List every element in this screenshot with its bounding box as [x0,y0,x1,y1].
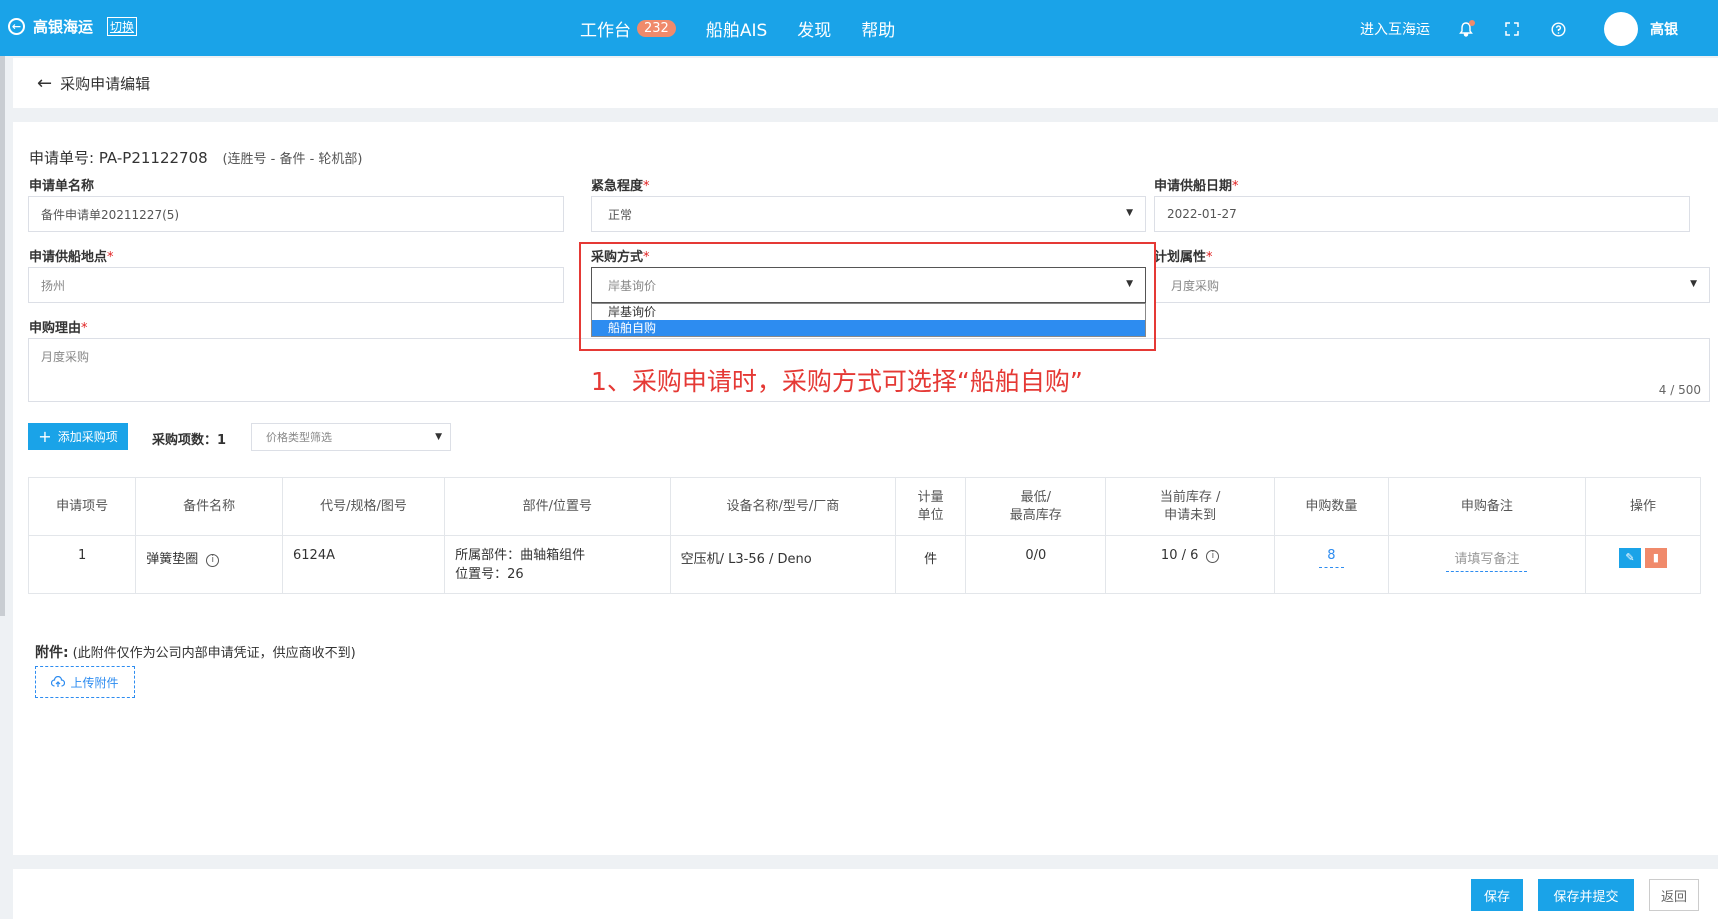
price-type-filter[interactable]: 价格类型筛选 ▼ [251,423,451,451]
main-nav: 工作台 232 船舶AIS 发现 帮助 [580,16,895,41]
user-name[interactable]: 高银 [1650,19,1678,39]
nav-label: 帮助 [861,21,896,41]
info-icon[interactable]: i [206,553,220,567]
col-header: 当前库存 / 申请未到 [1105,477,1275,536]
cell-code: 6124A [282,535,446,594]
cell-part-name: 弹簧垫圈 i [135,535,284,594]
table-header-row: 申请项号 备件名称 代号/规格/图号 部件/位置号 设备名称/型号/厂商 计量 … [27,477,1702,536]
bell-icon[interactable] [1456,19,1476,39]
unread-dot [1469,20,1475,26]
cell-unit: 件 [895,535,967,594]
cell-qty: 8 [1273,535,1389,594]
plus-icon: + [38,427,52,446]
cloud-upload-icon [51,676,66,687]
attachment-label: 附件: (此附件仅作为公司内部申请凭证，供应商收不到) [35,645,356,661]
delete-icon[interactable]: ▮ [1644,548,1667,568]
page-title: 采购申请编辑 [60,74,151,93]
nav-item-help[interactable]: 帮助 [861,16,895,41]
urgency-label: 紧急程度* [591,179,650,194]
nav-label: 发现 [797,21,832,41]
remark-input[interactable]: 请填写备注 [1446,552,1528,572]
nav-item-ais[interactable]: 船舶AIS [706,16,767,41]
upload-button[interactable]: 上传附件 [35,666,135,698]
urgency-select[interactable]: 正常 ▼ [591,196,1146,232]
upload-label: 上传附件 [70,675,119,690]
table-row: 1 弹簧垫圈 i 6124A 所属部件：曲轴箱组件 位置号：26 空压机/ L3-… [27,535,1702,594]
char-counter: 4 / 500 [1658,383,1701,397]
highlight-box [579,242,1156,351]
col-header: 申请项号 [27,477,137,536]
main-panel: 申请单号: PA-P21122708 (连胜号 - 备件 - 轮机部) 申请单名… [13,122,1718,855]
cell-no: 1 [27,535,137,594]
request-number: 申请单号: PA-P21122708 (连胜号 - 备件 - 轮机部) [29,147,363,168]
brand[interactable]: ← 高银海运 切换 [8,16,138,37]
component-text: 所属部件：曲轴箱组件 [455,548,586,563]
top-bar: ← 高银海运 切换 工作台 232 船舶AIS 发现 帮助 进入互海运 高银 [0,0,1718,56]
brand-name: 高银海运 [33,18,94,36]
caret-down-icon: ▼ [435,432,442,442]
col-header: 申购备注 [1387,477,1586,536]
col-header: 代号/规格/图号 [282,477,446,536]
col-header: 计量 单位 [895,477,967,536]
name-label: 申请单名称 [29,179,95,194]
col-header: 最低/ 最高库存 [965,477,1107,536]
position-text: 位置号：26 [455,567,524,582]
plan-attr-select[interactable]: 月度采购 ▼ [1154,267,1710,303]
back-button[interactable]: 返回 [1649,879,1699,911]
notification-badge: 232 [637,20,676,37]
items-table: 申请项号 备件名称 代号/规格/图号 部件/位置号 设备名称/型号/厂商 计量 … [27,477,1702,594]
cell-actions: ✎ ▮ [1584,535,1702,594]
supply-date-input[interactable]: 2022-01-27 [1154,196,1690,232]
name-input[interactable]: 备件申请单20211227(5) [28,196,564,232]
plan-attr-label: 计划属性* [1154,250,1213,265]
supply-date-label: 申请供船日期* [1154,179,1239,194]
back-arrow-icon[interactable]: ← [37,73,52,94]
request-number-value: PA-P21122708 [98,149,208,167]
annotation-text: 1、采购申请时，采购方式可选择“船舶自购” [591,367,1083,396]
ship-info: (连胜号 - 备件 - 轮机部) [222,152,363,167]
col-header: 设备名称/型号/厂商 [669,477,897,536]
col-header: 部件/位置号 [444,477,671,536]
cell-component: 所属部件：曲轴箱组件 位置号：26 [444,535,671,594]
col-header: 申购数量 [1273,477,1389,536]
caret-down-icon: ▼ [1690,279,1697,289]
back-circle-icon[interactable]: ← [8,18,25,35]
col-header: 备件名称 [135,477,284,536]
enter-platform-link[interactable]: 进入互海运 [1360,19,1430,39]
left-scroll-strip [0,56,5,616]
supply-place-label: 申请供船地点* [29,250,114,265]
cell-stock-range: 0/0 [965,535,1107,594]
save-submit-button[interactable]: 保存并提交 [1538,879,1634,911]
nav-item-workbench[interactable]: 工作台 232 [580,16,676,41]
col-header: 操作 [1584,477,1702,536]
edit-icon[interactable]: ✎ [1618,548,1641,568]
save-button[interactable]: 保存 [1471,879,1523,911]
cell-remark: 请填写备注 [1387,535,1586,594]
supply-place-input[interactable]: 扬州 [28,267,564,303]
reason-label: 申购理由* [29,321,88,336]
info-icon[interactable]: i [1206,549,1220,563]
request-number-label: 申请单号: [29,149,95,167]
caret-down-icon: ▼ [1126,208,1133,218]
nav-label: 船舶AIS [705,21,768,41]
add-item-label: 添加采购项 [57,430,118,444]
cell-stock-current: 10 / 6i [1105,535,1275,594]
fullscreen-icon[interactable] [1502,19,1522,39]
avatar[interactable] [1604,12,1638,46]
footer-bar: 保存 保存并提交 返回 [13,869,1718,919]
switch-link[interactable]: 切换 [107,17,138,36]
help-icon[interactable] [1548,19,1568,39]
nav-item-discover[interactable]: 发现 [797,16,831,41]
item-count: 采购项数：1 [152,433,227,448]
top-right-tools: 进入互海运 高银 [1360,12,1678,46]
cell-equipment: 空压机/ L3-56 / Deno [669,535,897,594]
add-item-button[interactable]: + 添加采购项 [28,423,128,450]
breadcrumb: ← 采购申请编辑 [13,58,1718,108]
nav-label: 工作台 [580,21,631,41]
qty-input[interactable]: 8 [1319,548,1344,568]
